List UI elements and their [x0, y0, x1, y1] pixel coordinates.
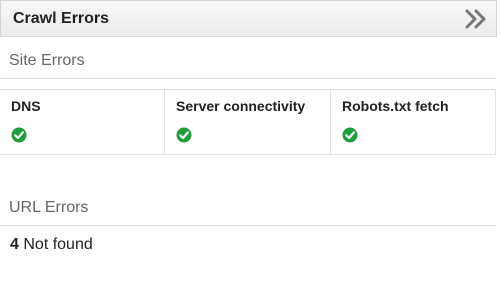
- expand-button[interactable]: [464, 8, 488, 30]
- site-error-label: Robots.txt fetch: [342, 98, 449, 114]
- check-circle-icon: [342, 127, 358, 143]
- check-circle-icon: [176, 127, 192, 143]
- url-error-count: 4: [10, 236, 19, 253]
- double-chevron-right-icon: [465, 9, 486, 29]
- site-error-label: Server connectivity: [176, 98, 306, 114]
- url-errors-title: URL Errors: [9, 199, 89, 216]
- widget-header: Crawl Errors: [0, 0, 497, 37]
- site-errors-title: Site Errors: [9, 52, 85, 69]
- site-error-dns[interactable]: DNS: [0, 90, 164, 154]
- widget-title: Crawl Errors: [13, 10, 110, 27]
- divider: [0, 78, 497, 79]
- site-errors-grid: DNS Server connectivity Robots.txt fetch: [0, 89, 496, 155]
- divider: [0, 225, 497, 226]
- site-error-label: DNS: [11, 98, 41, 114]
- site-error-robots-txt-fetch[interactable]: Robots.txt fetch: [330, 90, 495, 154]
- url-error-not-found[interactable]: 4 Not found: [10, 236, 93, 254]
- url-error-label: Not found: [23, 236, 93, 253]
- check-circle-icon: [11, 127, 27, 143]
- site-error-server-connectivity[interactable]: Server connectivity: [164, 90, 330, 154]
